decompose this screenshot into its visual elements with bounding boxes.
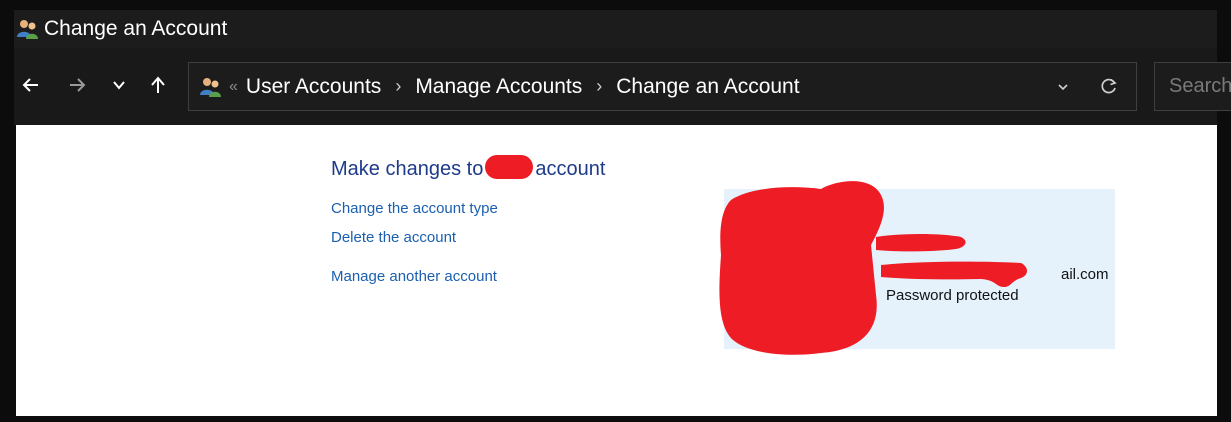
navigation-bar: « User Accounts › Manage Accounts › Chan… bbox=[14, 48, 1231, 125]
window: Change an Account « User Accounts › Mana… bbox=[0, 0, 1231, 422]
window-title: Change an Account bbox=[44, 17, 228, 40]
redacted-username bbox=[485, 155, 534, 179]
content-pane: Make changes to account Change the accoun… bbox=[16, 125, 1217, 416]
change-account-type-link[interactable]: Change the account type bbox=[331, 200, 498, 217]
search-input[interactable] bbox=[1155, 75, 1231, 98]
address-bar[interactable]: « User Accounts › Manage Accounts › Chan… bbox=[188, 62, 1137, 111]
arrow-left-icon bbox=[22, 78, 38, 92]
heading-prefix: Make changes to bbox=[331, 158, 484, 180]
address-history-chevron-down-icon[interactable] bbox=[1052, 76, 1074, 98]
breadcrumb-separator[interactable]: › bbox=[596, 76, 602, 97]
breadcrumb-manage-accounts[interactable]: Manage Accounts bbox=[415, 75, 582, 99]
chevron-down-icon bbox=[113, 81, 125, 90]
arrow-right-icon bbox=[70, 78, 86, 92]
search-box[interactable] bbox=[1154, 62, 1231, 111]
forward-button[interactable] bbox=[62, 70, 92, 100]
breadcrumb-change-an-account[interactable]: Change an Account bbox=[616, 75, 799, 99]
user-accounts-icon bbox=[17, 20, 38, 39]
breadcrumb-overflow[interactable]: « bbox=[229, 78, 238, 96]
arrow-up-icon bbox=[151, 76, 165, 93]
back-button[interactable] bbox=[16, 70, 46, 100]
recent-locations-button[interactable] bbox=[104, 70, 134, 100]
refresh-icon[interactable] bbox=[1098, 75, 1120, 97]
manage-another-account-link[interactable]: Manage another account bbox=[331, 268, 497, 285]
title-bar: Change an Account bbox=[14, 10, 1217, 48]
user-accounts-icon bbox=[200, 77, 221, 97]
breadcrumb-user-accounts[interactable]: User Accounts bbox=[246, 75, 381, 99]
delete-account-link[interactable]: Delete the account bbox=[331, 229, 456, 246]
page-heading: Make changes to account bbox=[331, 155, 605, 181]
breadcrumb-separator[interactable]: › bbox=[395, 76, 401, 97]
heading-suffix: account bbox=[535, 158, 606, 180]
redaction-mark bbox=[719, 181, 1027, 355]
up-button[interactable] bbox=[143, 70, 173, 100]
